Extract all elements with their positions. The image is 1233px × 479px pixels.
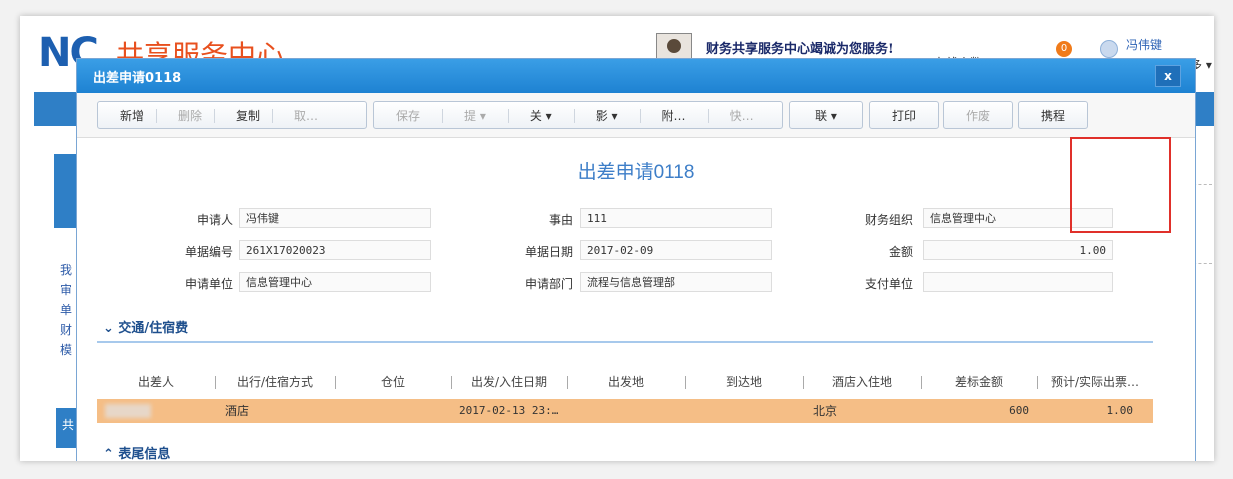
left-menu-item[interactable]: 审 — [60, 280, 72, 300]
cell-seat[interactable] — [335, 399, 451, 423]
table-header: 出差人 出行/住宿方式 仓位 出发/入住日期 出发地 到达地 酒店入住地 差标金… — [97, 369, 1153, 395]
print-label: 打印 — [891, 108, 916, 123]
amount-field[interactable]: 1.00 — [923, 240, 1113, 260]
reason-field[interactable]: 111 — [580, 208, 772, 228]
link-menu-label: 联 ▾ — [815, 108, 837, 123]
col-date[interactable]: 出发/入住日期 — [451, 369, 567, 395]
applicant-field[interactable]: 冯伟键 — [239, 208, 431, 228]
left-menu-item[interactable]: 我 — [60, 260, 72, 280]
close-button[interactable]: x — [1155, 65, 1181, 87]
docno-field[interactable]: 261X17020023 — [239, 240, 431, 260]
reason-label: 事由 — [548, 213, 573, 227]
section-title: 交通/住宿费 — [118, 321, 189, 336]
cancel-button[interactable]: 取… — [272, 107, 330, 124]
col-from[interactable]: 出发地 — [567, 369, 685, 395]
add-button[interactable]: 新增 — [98, 107, 156, 124]
col-standard[interactable]: 差标金额 — [921, 369, 1037, 395]
cell-date[interactable]: 2017-02-13 23:… — [451, 399, 567, 423]
quick-button[interactable]: 快… — [707, 107, 776, 124]
docno-label: 单据编号 — [184, 245, 233, 259]
cell-mode[interactable]: 酒店 — [215, 399, 335, 423]
col-estimate[interactable]: 预计/实际出票… — [1037, 369, 1153, 395]
org-label: 财务组织 — [864, 213, 913, 227]
table-row[interactable]: 酒店 2017-02-13 23:… 北京 600 1.00 — [97, 399, 1153, 423]
screenshot: NC 共享服务中心 财务共享服务中心竭诚为您服务! 在线人数：0 0 冯伟键 更… — [20, 16, 1214, 461]
chevron-down-icon: ⌄ — [103, 321, 119, 336]
save-button[interactable]: 保存 — [374, 107, 442, 124]
attachment-button[interactable]: 附… — [639, 107, 708, 124]
toolbar-group-edit: 新增 删除 复制 取… — [97, 101, 367, 129]
section-divider — [97, 341, 1153, 343]
left-menu-item[interactable]: 财 — [60, 320, 72, 340]
docdate-label: 单据日期 — [524, 245, 573, 259]
user-name-link[interactable]: 冯伟键 — [1126, 36, 1162, 53]
cell-standard[interactable]: 600 — [921, 399, 1037, 423]
user-icon[interactable] — [1100, 40, 1118, 58]
pay-unit-field[interactable] — [923, 272, 1113, 292]
section-header-traffic[interactable]: ⌄ 交通/住宿费 — [103, 317, 188, 336]
unit-label: 申请单位 — [184, 277, 233, 291]
submit-menu-button[interactable]: 提 ▾ — [442, 107, 508, 124]
chevron-up-icon: ⌃ — [103, 447, 119, 461]
cell-to[interactable] — [685, 399, 803, 423]
applicant-label: 申请人 — [196, 213, 233, 227]
dialog-titlebar[interactable]: 出差申请0118 x — [77, 59, 1195, 93]
blurred-name — [105, 404, 151, 418]
col-mode[interactable]: 出行/住宿方式 — [215, 369, 335, 395]
col-to[interactable]: 到达地 — [685, 369, 803, 395]
pay-unit-label: 支付单位 — [864, 277, 913, 291]
ctrip-label: 携程 — [1040, 108, 1065, 123]
dialog-title: 出差申请0118 — [93, 71, 182, 86]
left-menu-item[interactable]: 模 — [60, 340, 72, 360]
void-button[interactable]: 作废 — [943, 101, 1013, 129]
background-left-menu: 我 审 单 财 模 — [60, 260, 72, 360]
form-title: 出差申请0118 — [577, 162, 695, 183]
left-box-label: 共 — [62, 418, 75, 432]
dept-field[interactable]: 流程与信息管理部 — [580, 272, 772, 292]
background-left-panel — [54, 154, 78, 228]
ctrip-button[interactable]: 携程 — [1018, 101, 1088, 129]
link-menu-button[interactable]: 联 ▾ — [789, 101, 863, 129]
service-slogan: 财务共享服务中心竭诚为您服务! — [706, 42, 894, 57]
docdate-field[interactable]: 2017-02-09 — [580, 240, 772, 260]
close-menu-button[interactable]: 关 ▾ — [507, 107, 574, 124]
applicant-unit-field[interactable]: 信息管理中心 — [239, 272, 431, 292]
section-header-footer[interactable]: ⌃ 表尾信息 — [103, 443, 170, 461]
copy-button[interactable]: 复制 — [214, 107, 272, 124]
print-button[interactable]: 打印 — [869, 101, 939, 129]
background-tab-bar — [34, 92, 78, 126]
dept-label: 申请部门 — [524, 277, 573, 291]
left-menu-item[interactable]: 单 — [60, 300, 72, 320]
col-seat[interactable]: 仓位 — [335, 369, 451, 395]
col-traveler[interactable]: 出差人 — [97, 369, 215, 395]
section-title: 表尾信息 — [118, 447, 171, 461]
cell-hotel-city[interactable]: 北京 — [803, 399, 921, 423]
cell-from[interactable] — [567, 399, 685, 423]
notification-badge[interactable]: 0 — [1056, 41, 1072, 57]
highlight-box — [1070, 137, 1171, 233]
delete-button[interactable]: 删除 — [156, 107, 214, 124]
toolbar: 新增 删除 复制 取… 保存 提 ▾ 关 ▾ 影 ▾ 附… 快… 联 ▾ 打印 … — [77, 93, 1195, 138]
cell-traveler[interactable] — [97, 399, 215, 423]
image-menu-button[interactable]: 影 ▾ — [573, 107, 640, 124]
background-left-box: 共 — [56, 408, 78, 448]
toolbar-group-actions: 保存 提 ▾ 关 ▾ 影 ▾ 附… 快… — [373, 101, 783, 129]
amount-label: 金额 — [888, 245, 913, 259]
cell-estimate[interactable]: 1.00 — [1037, 399, 1153, 423]
col-hotel-city[interactable]: 酒店入住地 — [803, 369, 921, 395]
void-label: 作废 — [965, 108, 990, 123]
travel-application-dialog: 出差申请0118 x 新增 删除 复制 取… 保存 提 ▾ 关 ▾ 影 ▾ 附…… — [76, 58, 1196, 461]
